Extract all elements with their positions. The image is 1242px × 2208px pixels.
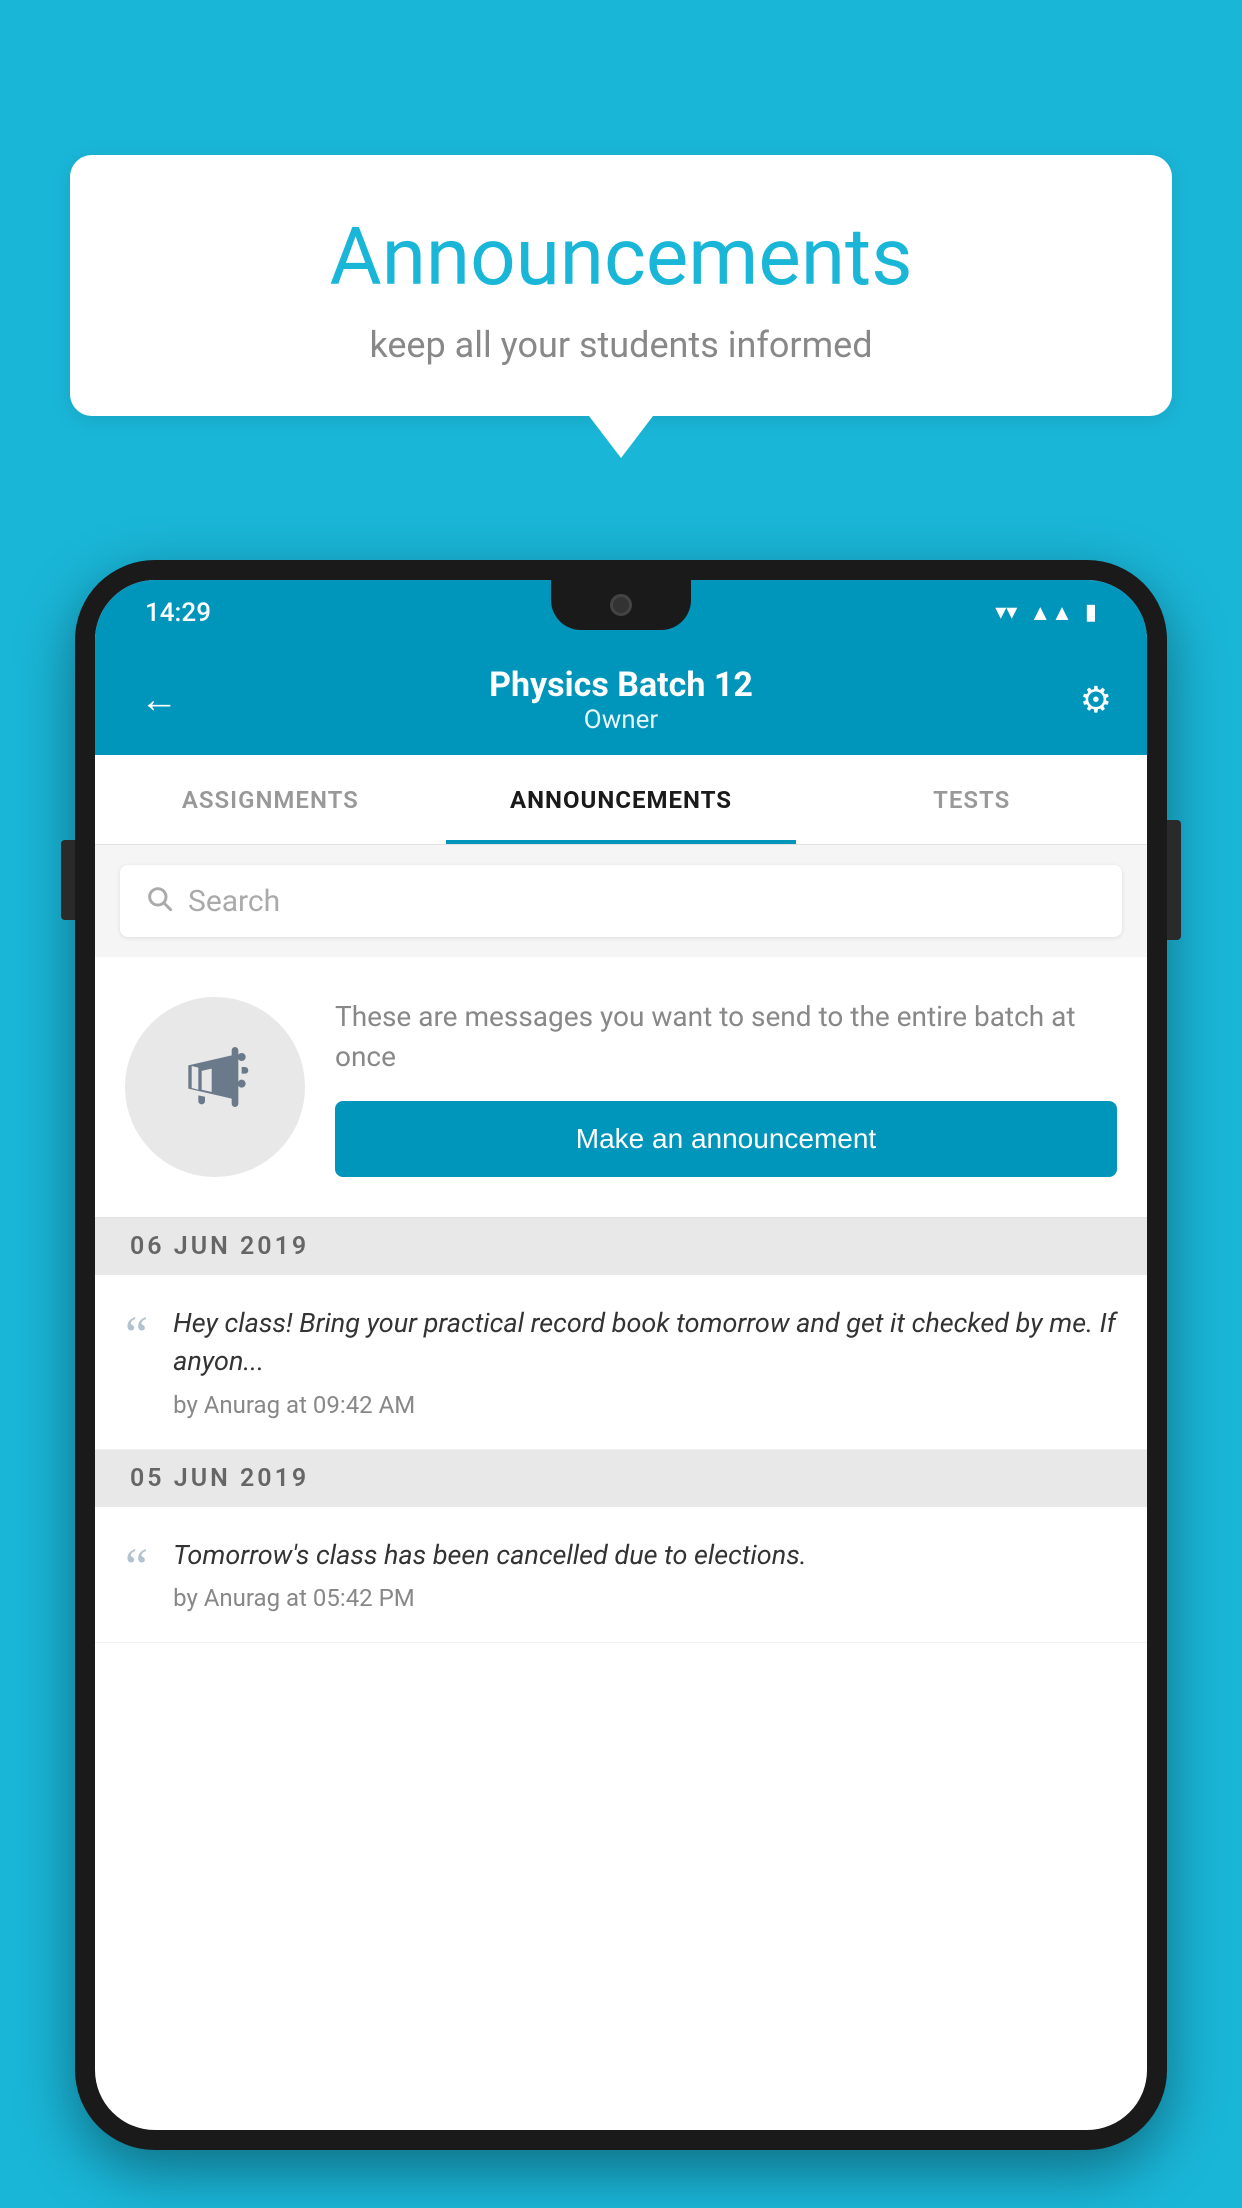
speech-bubble-arrow [589,416,653,458]
tabs-bar: ASSIGNMENTS ANNOUNCEMENTS TESTS [95,755,1147,845]
date-label-1: 06 JUN 2019 [130,1232,309,1261]
bubble-subtitle: keep all your students informed [130,324,1112,366]
announcement-item-1[interactable]: “ Hey class! Bring your practical record… [95,1275,1147,1450]
search-placeholder: Search [188,884,280,919]
announcement-description: These are messages you want to send to t… [335,997,1117,1075]
quote-icon-2: “ [125,1542,148,1594]
date-separator-2: 05 JUN 2019 [95,1450,1147,1507]
content-area: Search [95,845,1147,1643]
status-bar: 14:29 ▾▾ ▲▲ ▮ [95,580,1147,645]
app-bar-title: Physics Batch 12 [489,665,753,705]
announcement-content-1: Hey class! Bring your practical record b… [173,1305,1117,1419]
back-button[interactable]: ← [130,668,188,732]
announcement-prompt: These are messages you want to send to t… [95,957,1147,1218]
status-time: 14:29 [145,598,211,628]
speech-bubble: Announcements keep all your students inf… [70,155,1172,416]
bubble-title: Announcements [130,210,1112,304]
announcement-text-1: Hey class! Bring your practical record b… [173,1305,1117,1381]
notch [551,580,691,630]
settings-icon[interactable]: ⚙ [1080,679,1112,721]
megaphone-icon [175,1037,255,1137]
app-bar-subtitle: Owner [489,705,753,735]
tab-announcements[interactable]: ANNOUNCEMENTS [446,755,797,844]
make-announcement-button[interactable]: Make an announcement [335,1101,1117,1177]
app-bar: ← Physics Batch 12 Owner ⚙ [95,645,1147,755]
app-bar-title-group: Physics Batch 12 Owner [489,665,753,735]
date-label-2: 05 JUN 2019 [130,1464,309,1493]
announcement-icon-circle [125,997,305,1177]
status-icons: ▾▾ ▲▲ ▮ [995,600,1097,626]
phone-inner: 14:29 ▾▾ ▲▲ ▮ ← Physics Batch 12 Owner ⚙ [95,580,1147,2130]
quote-icon-1: “ [125,1310,148,1362]
wifi-icon: ▾▾ [995,600,1017,625]
tab-tests[interactable]: TESTS [796,755,1147,844]
search-container: Search [95,845,1147,957]
announcement-text-2: Tomorrow's class has been cancelled due … [173,1537,1117,1575]
announcement-item-2[interactable]: “ Tomorrow's class has been cancelled du… [95,1507,1147,1644]
speech-bubble-container: Announcements keep all your students inf… [70,155,1172,458]
phone-outer: 14:29 ▾▾ ▲▲ ▮ ← Physics Batch 12 Owner ⚙ [75,560,1167,2150]
announcement-content-2: Tomorrow's class has been cancelled due … [173,1537,1117,1613]
announcement-meta-1: by Anurag at 09:42 AM [173,1391,1117,1419]
tab-assignments[interactable]: ASSIGNMENTS [95,755,446,844]
signal-icon: ▲▲ [1029,600,1073,626]
battery-icon: ▮ [1085,600,1097,625]
search-bar[interactable]: Search [120,865,1122,937]
search-icon [145,882,173,920]
date-separator-1: 06 JUN 2019 [95,1218,1147,1275]
announcement-right: These are messages you want to send to t… [335,997,1117,1176]
phone-container: 14:29 ▾▾ ▲▲ ▮ ← Physics Batch 12 Owner ⚙ [75,560,1167,2208]
camera-notch [610,594,632,616]
announcement-meta-2: by Anurag at 05:42 PM [173,1584,1117,1612]
